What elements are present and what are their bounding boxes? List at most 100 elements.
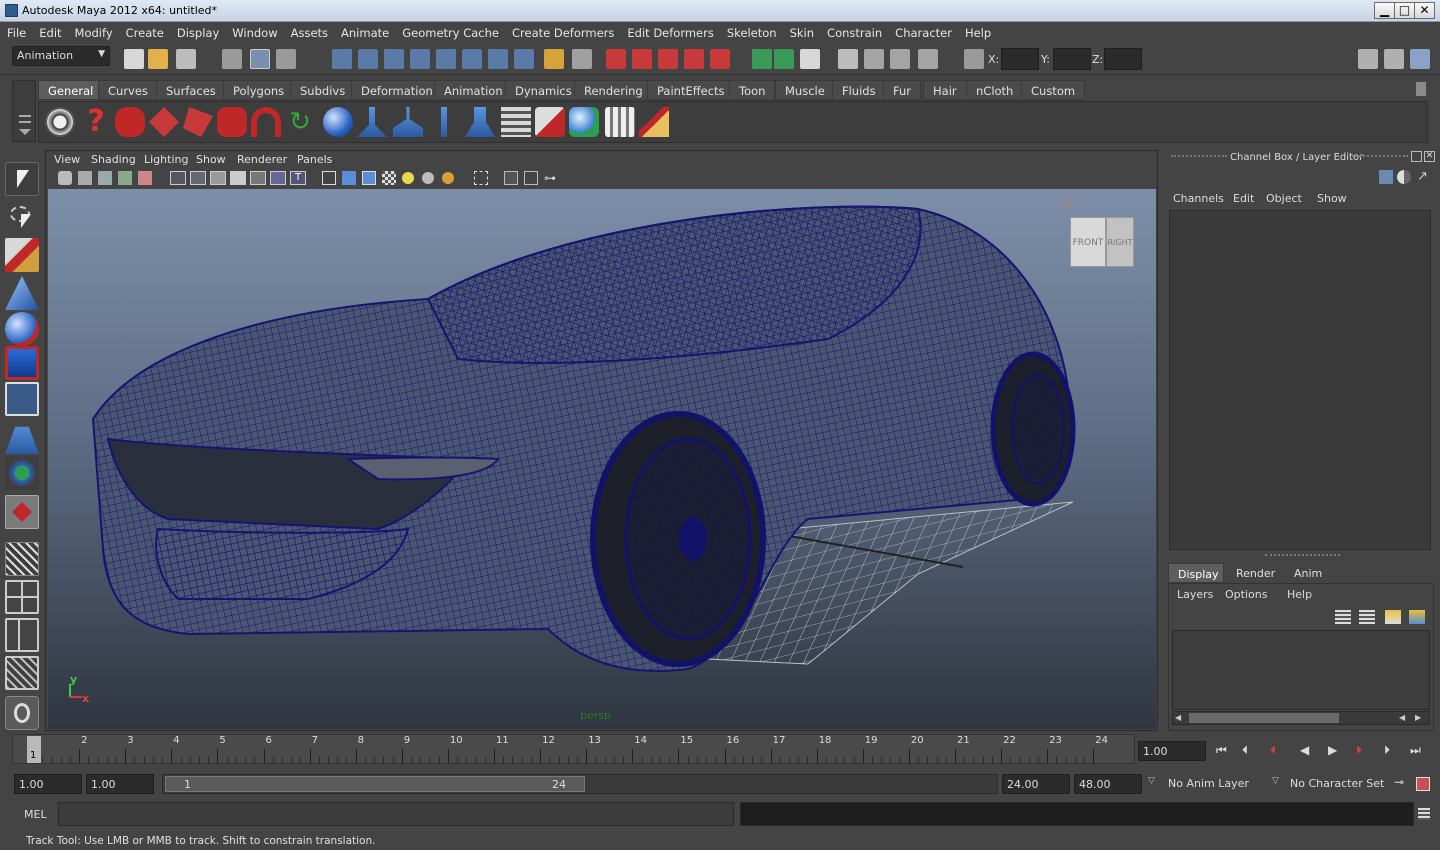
panel-menu-lighting[interactable]: Lighting — [144, 153, 188, 166]
menuset-dropdown[interactable]: Animation ▼ — [12, 46, 110, 66]
wireframe-mode-icon[interactable] — [322, 171, 336, 185]
command-input[interactable] — [58, 802, 734, 826]
isolate-select-icon[interactable] — [474, 171, 488, 185]
range-slider-track[interactable]: 1 24 — [162, 774, 998, 794]
range-slider-handle[interactable]: 1 24 — [165, 776, 585, 792]
select-joints-icon[interactable] — [358, 49, 378, 69]
menu-create[interactable]: Create — [119, 23, 170, 40]
menu-skin[interactable]: Skin — [783, 23, 820, 40]
select-camera-icon[interactable] — [58, 171, 72, 185]
soft-mod-icon[interactable] — [5, 426, 39, 454]
splitter-handle[interactable] — [1265, 554, 1340, 557]
move-layer-up-icon[interactable] — [1335, 610, 1351, 624]
select-surfaces-icon[interactable] — [410, 49, 430, 69]
edit-menu[interactable]: Edit — [1233, 192, 1254, 205]
snap-curve-icon[interactable] — [632, 49, 652, 69]
panel-menu-view[interactable]: View — [54, 153, 80, 166]
xray-joints-icon[interactable] — [524, 171, 538, 185]
close-panel-icon[interactable]: ✕ — [1424, 151, 1435, 162]
object-menu[interactable]: Object — [1266, 192, 1302, 205]
menu-edit-deformers[interactable]: Edit Deformers — [620, 23, 719, 40]
textured-icon[interactable] — [382, 171, 396, 185]
go-to-start-icon[interactable]: ⏮ — [1216, 743, 1227, 758]
refresh-green-icon[interactable]: ↻ — [285, 107, 315, 137]
play-backward-icon[interactable]: ◀ — [1300, 743, 1309, 757]
x-field[interactable] — [1001, 48, 1039, 70]
step-back-key-icon[interactable]: ⏴ — [1242, 743, 1248, 758]
select-curves-icon[interactable] — [384, 49, 404, 69]
tool-settings-toggle-icon[interactable]: ↗ — [1417, 170, 1431, 184]
viewcube-front-face[interactable]: FRONT — [1070, 217, 1106, 267]
menu-animate[interactable]: Animate — [334, 23, 395, 40]
z-field[interactable] — [1104, 48, 1142, 70]
tab-toon[interactable]: Toon — [729, 80, 776, 100]
select-misc-icon[interactable] — [514, 49, 534, 69]
time-slider[interactable]: 123456789101112131415161718192021222324 … — [12, 734, 1135, 764]
attribute-editor-toggle-icon[interactable] — [1397, 170, 1411, 184]
wireframe-on-shaded-icon[interactable] — [362, 171, 376, 185]
image-plane-icon[interactable] — [118, 171, 132, 185]
playback-end-field[interactable]: 24.00 — [1002, 774, 1070, 794]
camera-attributes-icon[interactable] — [78, 171, 92, 185]
snap-view-plane-icon[interactable] — [684, 49, 704, 69]
menu-display[interactable]: Display — [170, 23, 225, 40]
menu-skeleton[interactable]: Skeleton — [720, 23, 783, 40]
trash-icon[interactable] — [1416, 82, 1426, 96]
channel-box-icon[interactable] — [1410, 49, 1430, 69]
anim-layer-dropdown[interactable]: No Anim Layer — [1164, 774, 1266, 794]
tab-rendering[interactable]: Rendering — [574, 80, 653, 100]
tab-display[interactable]: Display — [1168, 563, 1224, 583]
graph-editor-icon[interactable] — [605, 107, 635, 137]
output-ops-icon[interactable] — [774, 49, 794, 69]
all-lights-icon[interactable] — [422, 172, 434, 184]
channels-menu[interactable]: Channels — [1173, 192, 1224, 205]
scroll-right-icon[interactable]: ▶ — [1415, 713, 1425, 723]
tab-general[interactable]: General — [38, 80, 104, 100]
last-used-tool-icon[interactable] — [5, 495, 39, 529]
paint-select-tool-icon[interactable] — [5, 238, 39, 272]
ik-handle-icon[interactable] — [251, 107, 281, 137]
save-scene-icon[interactable] — [176, 49, 196, 69]
move-layer-down-icon[interactable] — [1359, 610, 1375, 624]
create-character-icon[interactable] — [115, 107, 145, 137]
character-set-dropdown[interactable]: No Character Set — [1286, 774, 1390, 794]
tab-fluids[interactable]: Fluids — [832, 80, 886, 100]
select-by-component-icon[interactable] — [276, 49, 296, 69]
script-editor-icon[interactable] — [1418, 808, 1430, 820]
tab-animation[interactable]: Animation — [434, 80, 513, 100]
tab-painteffects[interactable]: PaintEffects — [647, 80, 735, 100]
xray-icon[interactable] — [504, 171, 518, 185]
tab-muscle[interactable]: Muscle — [775, 80, 835, 100]
poly-sphere-icon[interactable] — [323, 107, 353, 137]
lock-selection-icon[interactable] — [544, 49, 564, 69]
single-perspective-layout-icon[interactable] — [5, 542, 39, 576]
viewcube[interactable]: FRONT RIGHT — [1060, 197, 1136, 275]
paint-weights-icon[interactable] — [465, 107, 495, 137]
panel-menu-show[interactable]: Show — [196, 153, 226, 166]
character-set-chevron-icon[interactable]: ▽ — [1272, 776, 1279, 786]
tab-custom[interactable]: Custom — [1021, 80, 1086, 100]
input-ops-icon[interactable] — [752, 49, 772, 69]
menu-constrain[interactable]: Constrain — [820, 23, 888, 40]
grid-toggle-icon[interactable] — [170, 171, 186, 185]
minimize-button[interactable]: ▁ — [1374, 2, 1395, 19]
film-gate-icon[interactable] — [190, 171, 206, 185]
close-button[interactable]: ✕ — [1414, 2, 1435, 19]
scroll-thumb[interactable] — [1189, 713, 1339, 723]
animation-preferences-icon[interactable] — [1416, 777, 1430, 791]
universal-manipulator-icon[interactable] — [5, 382, 39, 416]
show-manipulator-icon[interactable] — [5, 456, 39, 490]
construction-history-icon[interactable] — [800, 49, 820, 69]
y-field[interactable] — [1053, 48, 1091, 70]
tab-hair[interactable]: Hair — [923, 80, 967, 100]
paint-brush-icon[interactable] — [639, 107, 669, 137]
attribute-editor-icon[interactable] — [1358, 49, 1378, 69]
render-globals-icon[interactable] — [569, 107, 599, 137]
panel-menu-panels[interactable]: Panels — [297, 153, 332, 166]
film-reel-icon[interactable] — [45, 107, 75, 137]
default-lighting-icon[interactable] — [402, 172, 414, 184]
move-tool-icon[interactable] — [149, 107, 179, 137]
script-language-label[interactable]: MEL — [24, 808, 47, 821]
perspective-viewport[interactable]: y x persp FRONT RIGHT — [48, 189, 1156, 729]
open-scene-icon[interactable] — [148, 49, 168, 69]
